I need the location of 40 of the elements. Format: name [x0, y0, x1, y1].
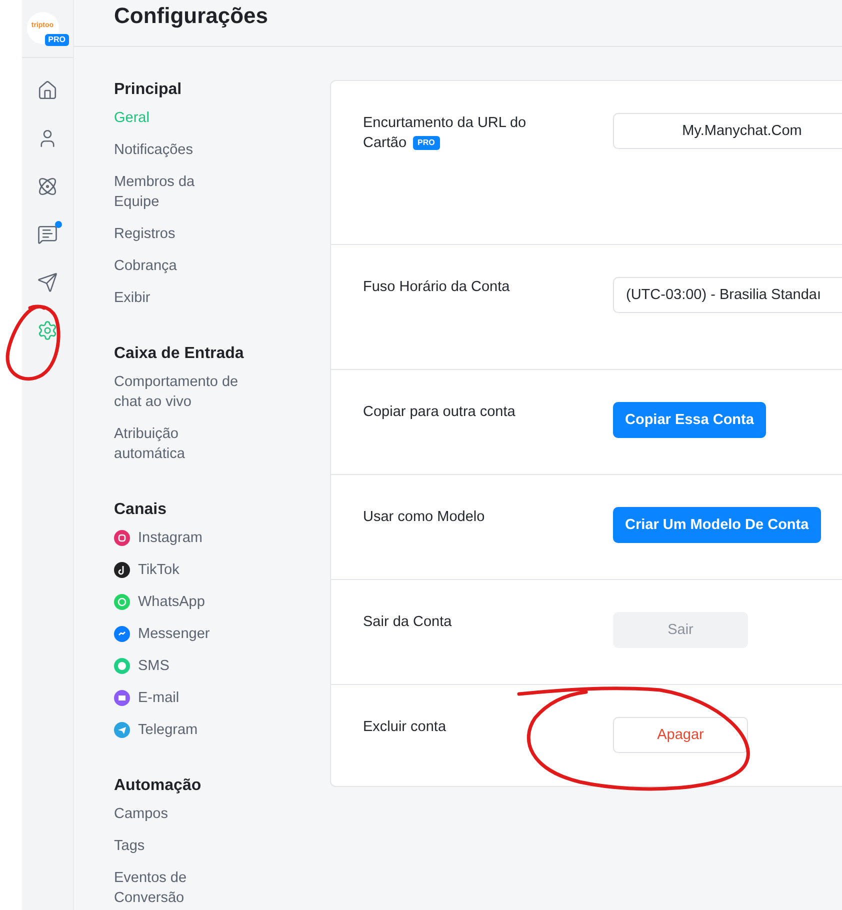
action-button[interactable]: Copiar Essa Conta [613, 402, 766, 438]
chat-icon [37, 224, 58, 244]
nav-item[interactable]: Campos [114, 800, 242, 832]
timezone-select[interactable]: (UTC-03:00) - Brasilia Standaı [613, 277, 842, 313]
nav-item[interactable]: Instagram [138, 528, 202, 548]
nav-item[interactable]: Eventos de Conversão [114, 864, 242, 910]
nav-item[interactable]: SMS [138, 656, 170, 676]
nav-heading: Principal [114, 80, 183, 100]
logout-button[interactable]: Sair [613, 612, 748, 648]
nav-item[interactable]: Telegram [138, 720, 198, 740]
url-field[interactable]: My.Manychat.Com [613, 113, 842, 149]
nav-item[interactable]: Registros [114, 220, 242, 252]
nav-item[interactable]: Exibir [114, 284, 242, 316]
nav-item[interactable]: Atribuição automática [114, 420, 242, 472]
setting-label: Copiar para outra conta [363, 403, 516, 422]
nav-item[interactable]: Comportamento de chat ao vivo [114, 368, 242, 420]
setting-label: Encurtamento da URL do Cartão PRO [363, 114, 528, 153]
delete-button[interactable]: Apagar [613, 717, 748, 753]
settings-icon [37, 320, 58, 340]
setting-label: Excluir conta [363, 718, 448, 737]
action-button[interactable]: Criar Um Modelo De Conta [613, 507, 821, 543]
home-icon [37, 80, 58, 100]
nav-item[interactable]: TikTok [138, 560, 180, 580]
page-title: Configurações [114, 3, 268, 29]
nav-heading: Automação [114, 776, 202, 796]
nav-item[interactable]: Tags [114, 832, 242, 864]
atom-icon [37, 176, 58, 196]
nav-item[interactable]: Messenger [138, 624, 210, 644]
nav-item[interactable]: E-mail [138, 688, 180, 708]
send-icon [37, 272, 58, 292]
nav-item[interactable]: WhatsApp [138, 592, 205, 612]
setting-label: Sair da Conta [363, 613, 453, 632]
setting-label: Fuso Horário da Conta [363, 278, 511, 297]
nav-item[interactable]: Notificações [114, 136, 242, 168]
nav-heading: Canais [114, 500, 168, 520]
pro-badge: PRO [412, 136, 440, 150]
setting-label: Usar como Modelo [363, 508, 486, 527]
nav-item[interactable]: Membros da Equipe [114, 168, 242, 220]
nav-item[interactable]: Cobrança [114, 252, 242, 284]
nav-heading: Caixa de Entrada [114, 344, 245, 364]
